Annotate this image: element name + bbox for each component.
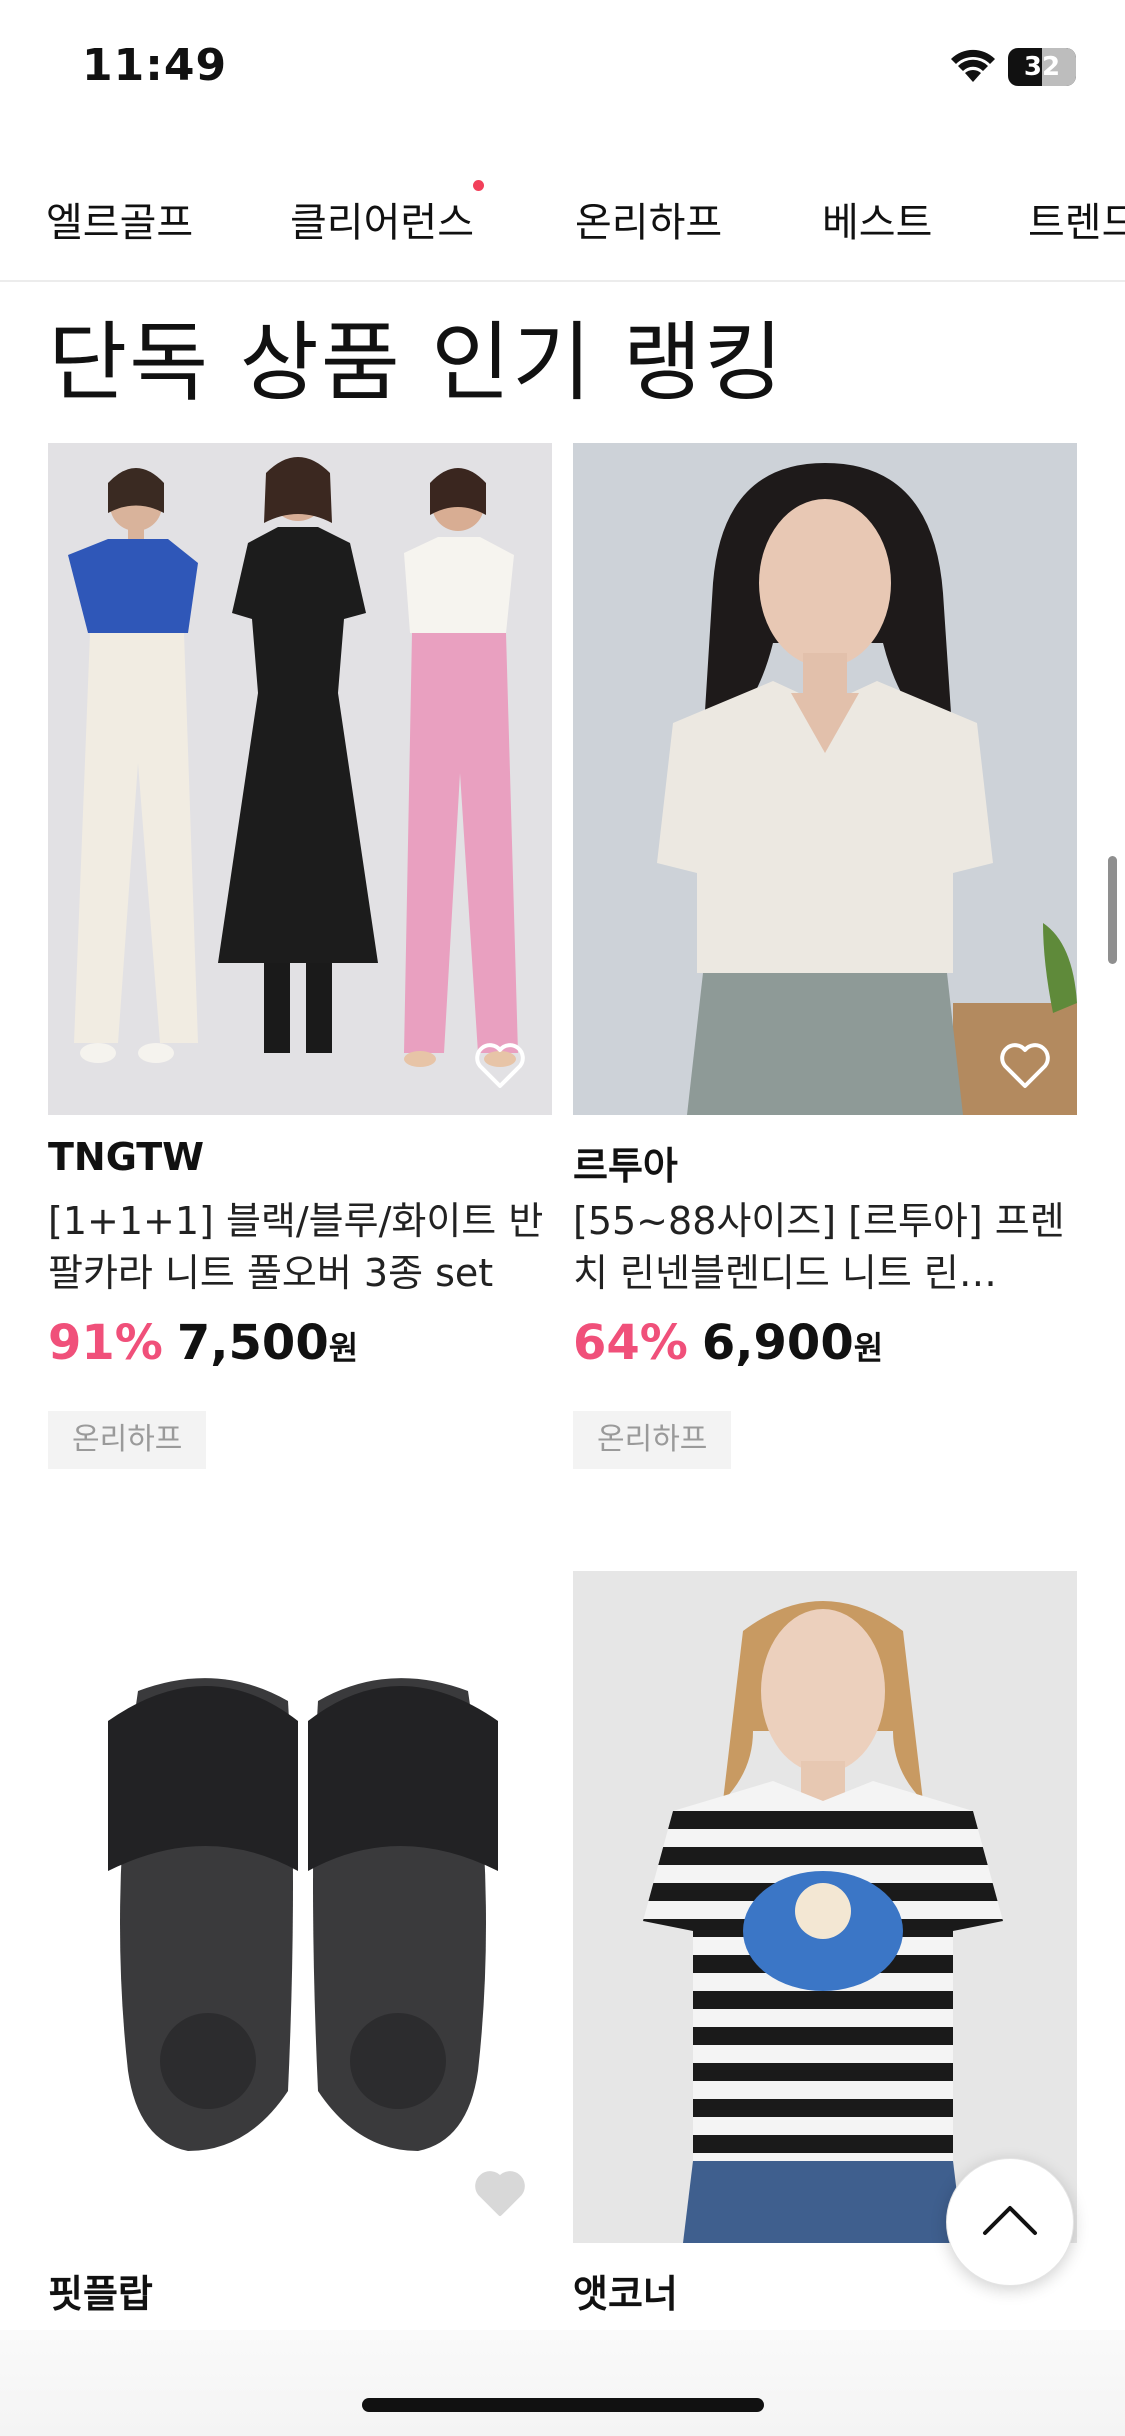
discount-rate: 91%: [48, 1315, 163, 1371]
battery-icon: 32: [1008, 48, 1076, 86]
product-image[interactable]: [573, 1571, 1077, 2243]
product-brand: 핏플랍: [48, 2272, 153, 2316]
currency-unit: 원: [328, 1329, 359, 1367]
chevron-up-icon: [983, 2206, 1037, 2235]
sale-price: 6,900: [701, 1315, 854, 1371]
section-title: 단독 상품 인기 랭킹: [48, 313, 785, 413]
product-image[interactable]: [48, 1571, 552, 2243]
sale-price: 7,500: [176, 1315, 329, 1371]
tab-only-half[interactable]: 온리하프: [575, 190, 722, 248]
heart-icon[interactable]: [474, 2171, 526, 2217]
tab-trend[interactable]: 트렌드: [1028, 190, 1125, 248]
product-price: 91% 7,500원: [48, 1315, 358, 1371]
product-photo: [48, 443, 552, 1115]
scrollbar[interactable]: [1108, 856, 1117, 964]
product-tag: 온리하프: [573, 1411, 732, 1469]
status-time: 11:49: [82, 40, 228, 91]
scroll-to-top-button[interactable]: [946, 2158, 1074, 2286]
product-image[interactable]: [48, 443, 552, 1115]
product-card[interactable]: TNGTW [1+1+1] 블랙/블루/화이트 반팔카라 니트 풀오버 3종 s…: [48, 443, 552, 1483]
discount-rate: 64%: [573, 1315, 688, 1371]
tab-elle-golf[interactable]: 엘르골프: [46, 190, 193, 248]
product-card[interactable]: 르투아 [55~88사이즈] [르투아] 프렌치 린넨블렌디드 니트 린… 64…: [573, 443, 1077, 1483]
product-brand: 앳코너: [573, 2272, 678, 2316]
product-image[interactable]: [573, 443, 1077, 1115]
product-brand: 르투아: [573, 1144, 678, 1188]
product-card[interactable]: 핏플랍: [48, 1571, 552, 2316]
home-indicator[interactable]: [362, 2398, 764, 2412]
category-tabs: 엘르골프 클리어런스 온리하프 베스트 트렌드: [0, 150, 1125, 282]
heart-icon[interactable]: [999, 1043, 1051, 1089]
product-photo: [48, 1571, 552, 2243]
new-badge-dot: [473, 180, 484, 191]
product-name: [1+1+1] 블랙/블루/화이트 반팔카라 니트 풀오버 3종 set: [48, 1199, 544, 1295]
status-bar: 11:49 32: [0, 0, 1125, 140]
battery-level: 32: [1023, 52, 1061, 82]
product-name: [55~88사이즈] [르투아] 프렌치 린넨블렌디드 니트 린…: [573, 1199, 1065, 1295]
currency-unit: 원: [853, 1329, 884, 1367]
product-tag: 온리하프: [48, 1411, 207, 1469]
product-photo: [573, 443, 1077, 1115]
bottom-safe-area: [0, 2330, 1125, 2436]
tab-clearance[interactable]: 클리어런스: [290, 180, 484, 248]
product-photo: [573, 1571, 1077, 2243]
heart-icon[interactable]: [474, 1043, 526, 1089]
tab-best[interactable]: 베스트: [822, 190, 932, 248]
product-brand: TNGTW: [48, 1135, 205, 1179]
product-price: 64% 6,900원: [573, 1315, 883, 1371]
wifi-icon: [951, 49, 995, 82]
